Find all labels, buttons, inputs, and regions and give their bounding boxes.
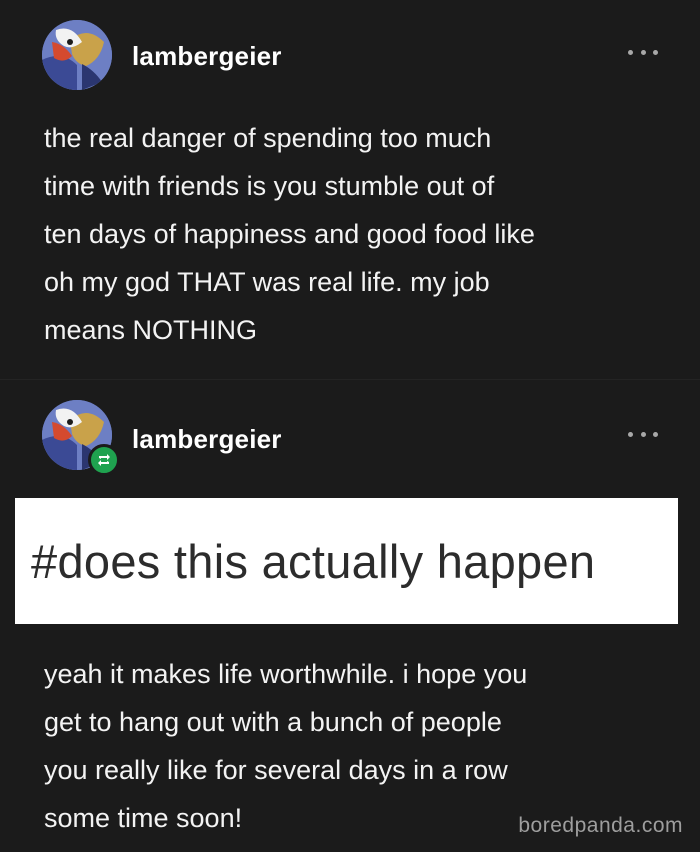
avatar[interactable] — [42, 20, 112, 90]
post-text-line: ten days of happiness and good food like — [44, 219, 535, 249]
dot-icon — [628, 49, 633, 55]
dot-icon — [640, 431, 646, 437]
post-body: the real danger of spending too much tim… — [44, 114, 654, 354]
post-text-line: get to hang out with a bunch of people — [44, 707, 502, 737]
more-options-icon[interactable] — [628, 424, 658, 444]
watermark: boredpanda.com — [518, 814, 683, 837]
dot-icon — [653, 431, 658, 437]
post-header: lambergeier — [42, 400, 658, 476]
reblog-icon — [98, 454, 110, 466]
tag-screenshot: #does this actually happen — [15, 498, 678, 624]
post-text-line: means NOTHING — [44, 315, 258, 345]
dot-icon — [653, 49, 658, 55]
post-text-line: time with friends is you stumble out of — [44, 171, 495, 201]
hashtag-text: #does this actually happen — [31, 534, 596, 588]
post-text-line: the real danger of spending too much — [44, 123, 492, 153]
dot-icon — [640, 49, 646, 55]
post-header: lambergeier — [42, 20, 658, 94]
username[interactable]: lambergeier — [132, 424, 282, 455]
username[interactable]: lambergeier — [132, 41, 282, 72]
post-text-line: you really like for several days in a ro… — [44, 755, 508, 785]
original-post: lambergeier the real danger of spending … — [0, 0, 700, 380]
post-text-line: oh my god THAT was real life. my job — [44, 267, 490, 297]
post-text-line: yeah it makes life worthwhile. i hope yo… — [44, 659, 528, 689]
falcon-avatar-icon — [42, 20, 112, 90]
reblog-badge — [88, 444, 120, 476]
dot-icon — [628, 431, 633, 437]
more-options-icon[interactable] — [628, 42, 658, 62]
